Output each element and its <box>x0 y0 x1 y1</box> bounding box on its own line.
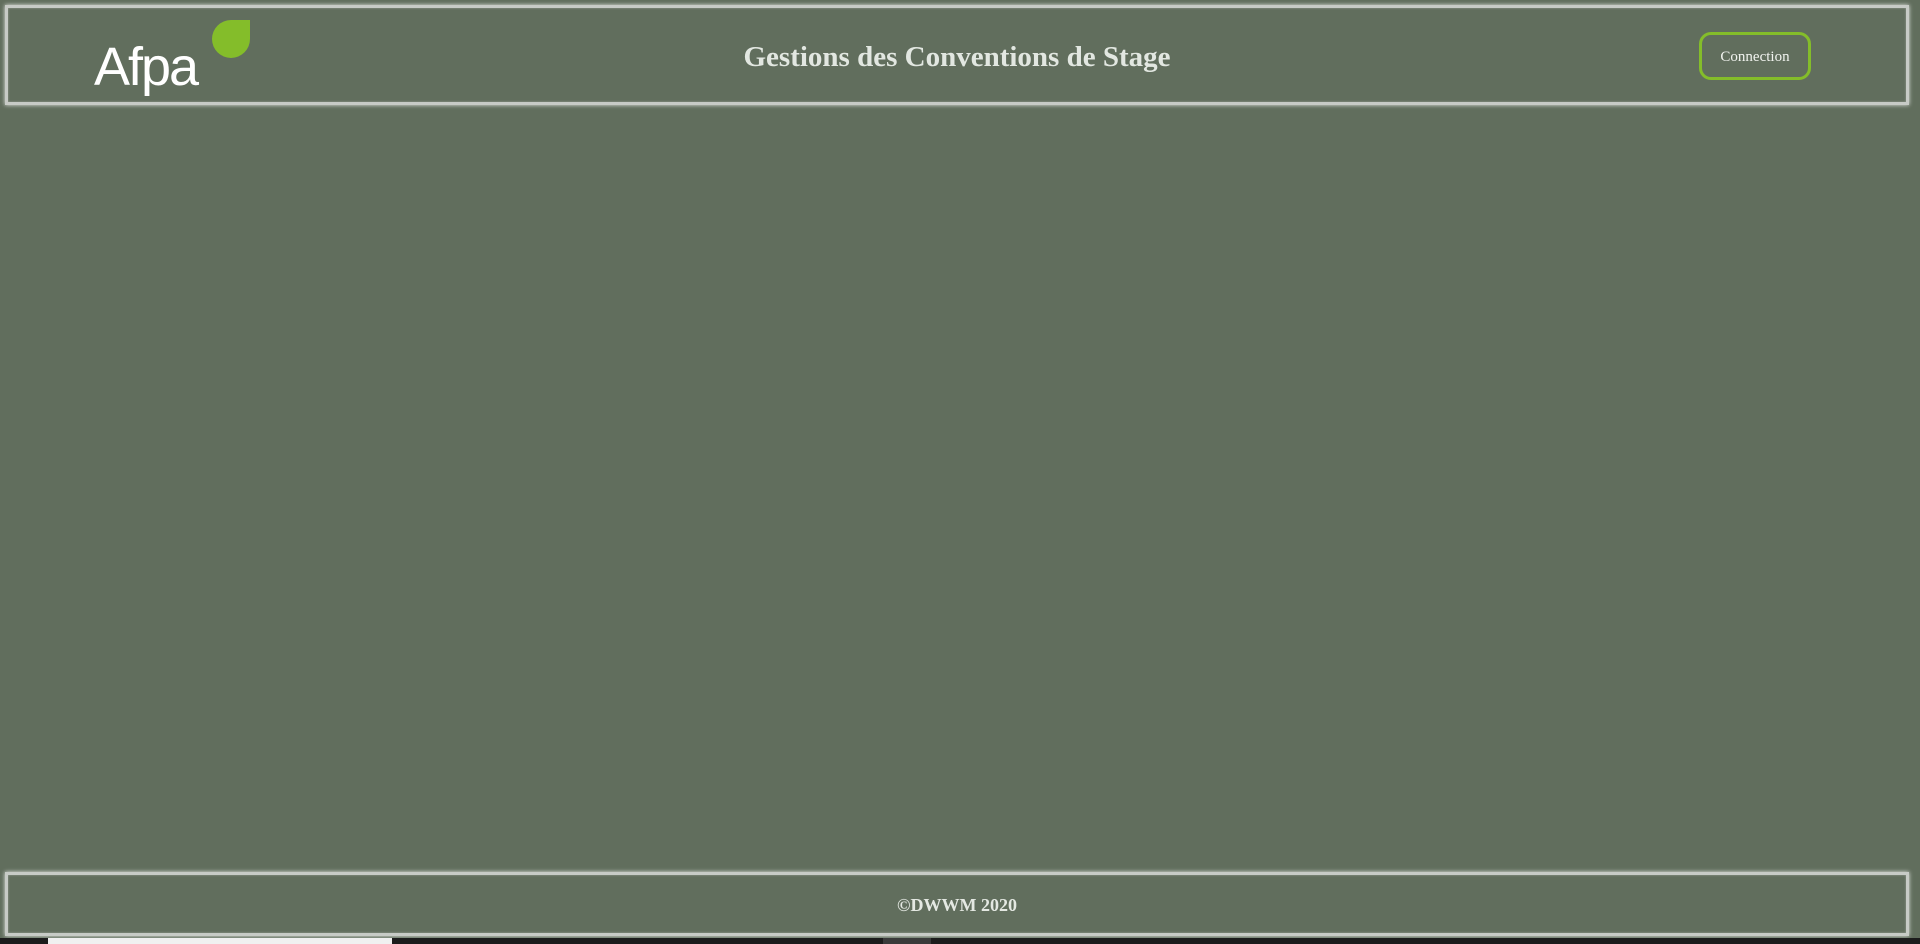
site-footer: ©DWWM 2020 <box>5 872 1909 936</box>
copyright-text: ©DWWM 2020 <box>897 895 1017 915</box>
taskbar-item-browser[interactable] <box>48 938 392 944</box>
main-content <box>0 112 1920 868</box>
page-title: Gestions des Conventions de Stage <box>743 41 1171 73</box>
site-header: Afpa Gestions des Conventions de Stage C… <box>5 5 1909 105</box>
connection-button[interactable]: Connection <box>1699 32 1811 80</box>
taskbar <box>0 938 1920 944</box>
taskbar-item[interactable] <box>883 938 931 944</box>
